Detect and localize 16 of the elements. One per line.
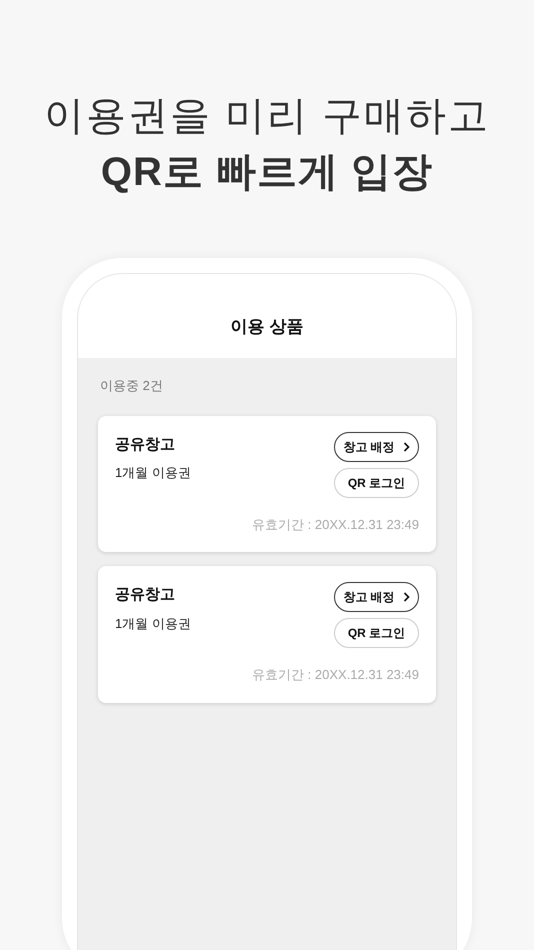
qr-login-button[interactable]: QR 로그인 bbox=[334, 468, 419, 498]
qr-login-button[interactable]: QR 로그인 bbox=[334, 618, 419, 648]
count-label: 이용중 2건 bbox=[100, 377, 164, 395]
plan-label: 1개월 이용권 bbox=[115, 464, 191, 482]
assign-button[interactable]: 창고 배정 bbox=[334, 582, 419, 612]
product-name: 공유창고 bbox=[115, 434, 176, 454]
headline: 이용권을 미리 구매하고 bbox=[44, 93, 490, 140]
headline-bold: QR로 빠르게 입장 bbox=[100, 149, 434, 196]
plan-label: 1개월 이용권 bbox=[115, 614, 191, 632]
product-name: 공유창고 bbox=[115, 585, 176, 605]
validity-date: 유효기간 : 20XX.12.31 23:49 bbox=[252, 516, 419, 534]
chevron-right-icon bbox=[402, 442, 410, 452]
assign-button[interactable]: 창고 배정 bbox=[334, 432, 419, 462]
chevron-right-icon bbox=[402, 592, 410, 602]
validity-date: 유효기간 : 20XX.12.31 23:49 bbox=[252, 666, 419, 684]
screen-title: 이용 상품 bbox=[230, 316, 304, 338]
